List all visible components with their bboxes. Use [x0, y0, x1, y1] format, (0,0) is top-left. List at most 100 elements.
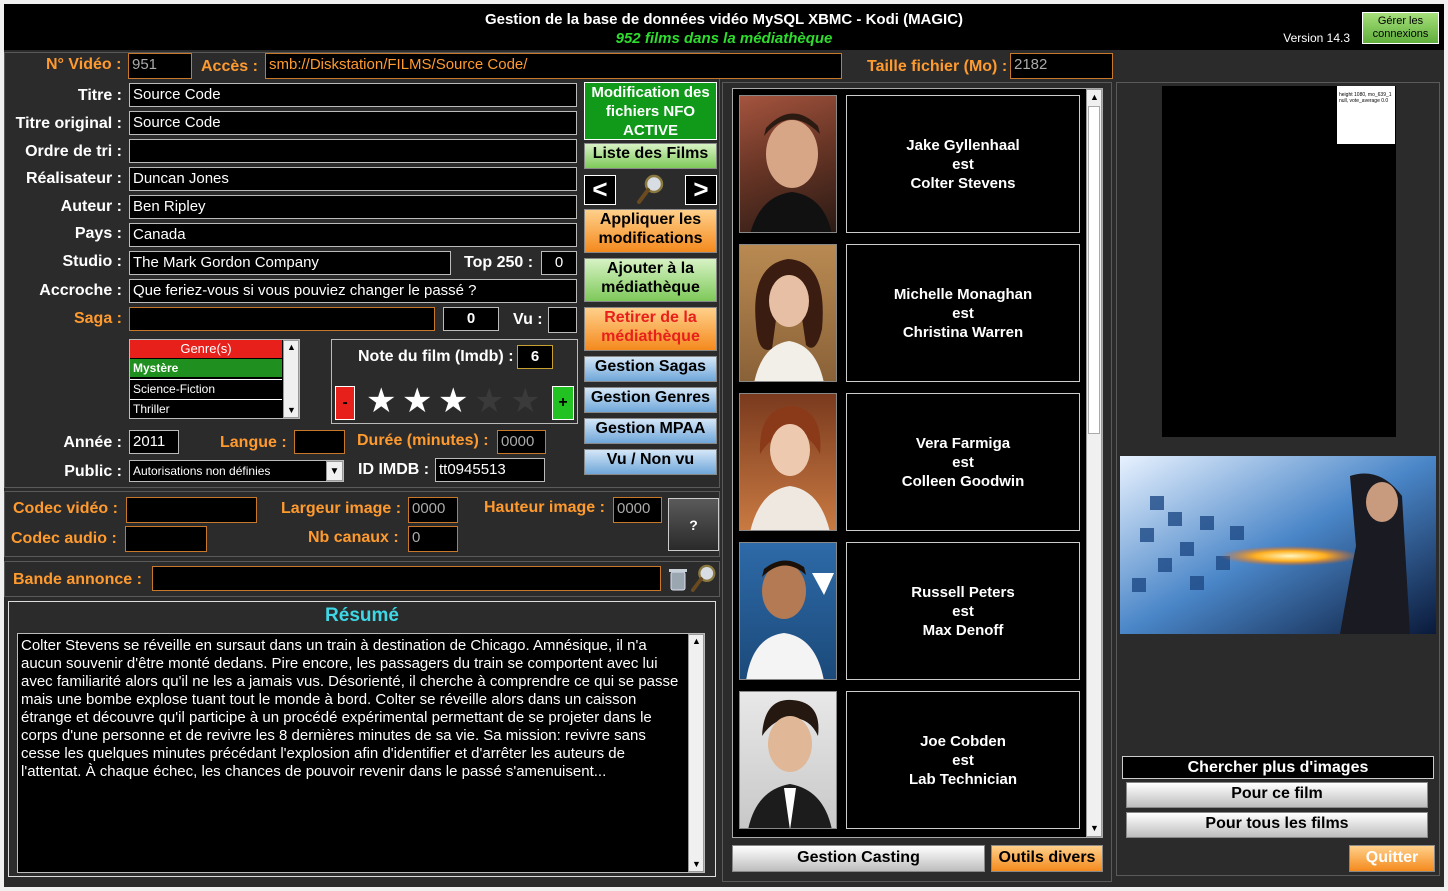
scroll-up-icon[interactable]: ▲ [287, 342, 296, 352]
search-icon[interactable] [636, 173, 666, 205]
manage-sagas-button[interactable]: Gestion Sagas [584, 356, 717, 382]
langue-field[interactable] [294, 430, 345, 454]
cast-item[interactable]: Joe Cobden est Lab Technician [733, 691, 1088, 829]
trash-icon[interactable] [668, 566, 688, 592]
langue-label: Langue : [220, 434, 287, 451]
titre-field[interactable]: Source Code [129, 83, 577, 107]
cast-item[interactable]: Vera Farmiga est Colleen Goodwin [733, 393, 1088, 531]
codec-audio-field[interactable] [125, 526, 207, 552]
largeur-field[interactable]: 0000 [408, 497, 458, 523]
add-to-library-button[interactable]: Ajouter à la médiathèque [584, 258, 717, 302]
genre-item-selected[interactable]: Mystère [130, 359, 282, 377]
images-this-film-button[interactable]: Pour ce film [1126, 782, 1428, 808]
access-label: Accès : [201, 58, 258, 75]
imdb-field[interactable]: tt0945513 [435, 458, 545, 482]
star-empty-icon[interactable]: ★ [474, 384, 504, 418]
help-button[interactable]: ? [668, 498, 719, 551]
chevron-down-icon[interactable]: ▼ [326, 461, 343, 481]
role-name: Colleen Goodwin [901, 472, 1025, 490]
quit-button[interactable]: Quitter [1349, 845, 1435, 872]
cast-scrollbar[interactable]: ▲ ▼ [1086, 89, 1102, 837]
codec-video-field[interactable] [126, 497, 257, 523]
prev-film-button[interactable]: < [584, 175, 616, 205]
genre-item[interactable]: Science-Fiction [130, 379, 282, 397]
video-no-field[interactable]: 951 [128, 53, 192, 79]
genre-list-scrollbar[interactable]: ▲ ▼ [283, 340, 299, 418]
pays-field[interactable]: Canada [129, 223, 577, 247]
public-select[interactable]: Autorisations non définies [129, 460, 344, 482]
genre-item[interactable]: Thriller [130, 399, 282, 418]
cast-item[interactable]: Michelle Monaghan est Christina Warren [733, 244, 1088, 382]
header-bar: Gestion de la base de données vidéo MySQ… [4, 4, 1444, 50]
remove-from-library-button[interactable]: Retirer de la médiathèque [584, 307, 717, 351]
resume-scrollbar[interactable]: ▲ ▼ [688, 634, 704, 872]
codec-video-label: Codec vidéo : [13, 500, 118, 517]
cast-est: est [952, 155, 974, 173]
cast-item[interactable]: Jake Gyllenhaal est Colter Stevens [733, 95, 1088, 233]
auteur-field[interactable]: Ben Ripley [129, 195, 577, 219]
filesize-field[interactable]: 2182 [1010, 53, 1113, 79]
actor-name: Jake Gyllenhaal [906, 136, 1020, 154]
film-list-button[interactable]: Liste des Films [584, 143, 717, 169]
manage-genres-button[interactable]: Gestion Genres [584, 387, 717, 413]
poster-frame[interactable]: height 1080, mo_639_1 null, vote_average… [1162, 86, 1396, 437]
scroll-down-icon[interactable]: ▼ [692, 859, 701, 869]
scroll-down-icon[interactable]: ▼ [1090, 823, 1099, 833]
titre-label: Titre : [77, 87, 122, 104]
actor-name: Joe Cobden [920, 732, 1006, 750]
cast-credit: Russell Peters est Max Denoff [846, 542, 1080, 680]
trailer-search-icon[interactable] [690, 562, 718, 594]
role-name: Lab Technician [908, 770, 1018, 788]
accroche-label: Accroche : [39, 282, 122, 299]
canaux-field[interactable]: 0 [408, 526, 458, 552]
manage-mpaa-button[interactable]: Gestion MPAA [584, 418, 717, 444]
cast-credit: Michelle Monaghan est Christina Warren [846, 244, 1080, 382]
duree-label: Durée (minutes) : [357, 432, 489, 449]
genre-list[interactable]: Genre(s) Mystère Science-Fiction Thrille… [129, 339, 300, 419]
trailer-field[interactable] [152, 566, 661, 591]
star-filled-icon[interactable]: ★ [402, 384, 432, 418]
annee-field[interactable]: 2011 [129, 430, 179, 454]
apply-changes-button[interactable]: Appliquer les modifications [584, 209, 717, 253]
poster-thumb: height 1080, mo_639_1 null, vote_average… [1337, 86, 1395, 144]
manage-connections-button[interactable]: Gérer les connexions [1362, 12, 1439, 44]
saga-field[interactable] [129, 307, 435, 331]
accroche-field[interactable]: Que feriez-vous si vous pouviez changer … [129, 279, 577, 303]
scrollbar-thumb[interactable] [1088, 106, 1100, 434]
saga-number-field[interactable]: 0 [443, 307, 499, 331]
star-filled-icon[interactable]: ★ [366, 384, 396, 418]
studio-field[interactable]: The Mark Gordon Company [129, 251, 451, 275]
fanart-image[interactable] [1120, 456, 1436, 634]
rating-minus-button[interactable]: - [335, 386, 355, 420]
scroll-up-icon[interactable]: ▲ [1090, 92, 1099, 102]
vu-field[interactable] [548, 307, 577, 333]
seen-toggle-button[interactable]: Vu / Non vu [584, 449, 717, 475]
misc-tools-button[interactable]: Outils divers [991, 845, 1103, 872]
access-path-field[interactable]: smb://Diskstation/FILMS/Source Code/ [265, 53, 842, 79]
star-filled-icon[interactable]: ★ [438, 384, 468, 418]
largeur-label: Largeur image : [281, 500, 402, 517]
rating-box: Note du film (Imdb) : 6 - ★ ★ ★ ★ ★ + [331, 339, 578, 424]
scroll-down-icon[interactable]: ▼ [287, 405, 296, 415]
resume-textarea[interactable]: Colter Stevens se réveille en sursaut da… [17, 633, 705, 873]
rating-plus-button[interactable]: + [552, 386, 574, 420]
manage-casting-button[interactable]: Gestion Casting [732, 845, 985, 872]
cast-item[interactable]: Russell Peters est Max Denoff [733, 542, 1088, 680]
cast-est: est [952, 751, 974, 769]
images-all-films-button[interactable]: Pour tous les films [1126, 812, 1428, 838]
top250-field[interactable]: 0 [541, 251, 577, 275]
version-label: Version 14.3 [1283, 31, 1350, 45]
star-empty-icon[interactable]: ★ [510, 384, 540, 418]
duree-field[interactable]: 0000 [497, 430, 546, 454]
titre-original-field[interactable]: Source Code [129, 111, 577, 135]
hauteur-field[interactable]: 0000 [613, 497, 662, 523]
app-title: Gestion de la base de données vidéo MySQ… [484, 11, 964, 28]
next-film-button[interactable]: > [685, 175, 717, 205]
cast-list[interactable]: Jake Gyllenhaal est Colter Stevens Miche… [732, 88, 1103, 838]
ordre-tri-field[interactable] [129, 139, 577, 163]
realisateur-field[interactable]: Duncan Jones [129, 167, 577, 191]
actor-photo [739, 393, 837, 531]
nfo-edit-button[interactable]: Modification des fichiers NFO ACTIVE [584, 82, 717, 140]
scroll-up-icon[interactable]: ▲ [692, 636, 701, 646]
filesize-label: Taille fichier (Mo) : [867, 58, 1008, 75]
